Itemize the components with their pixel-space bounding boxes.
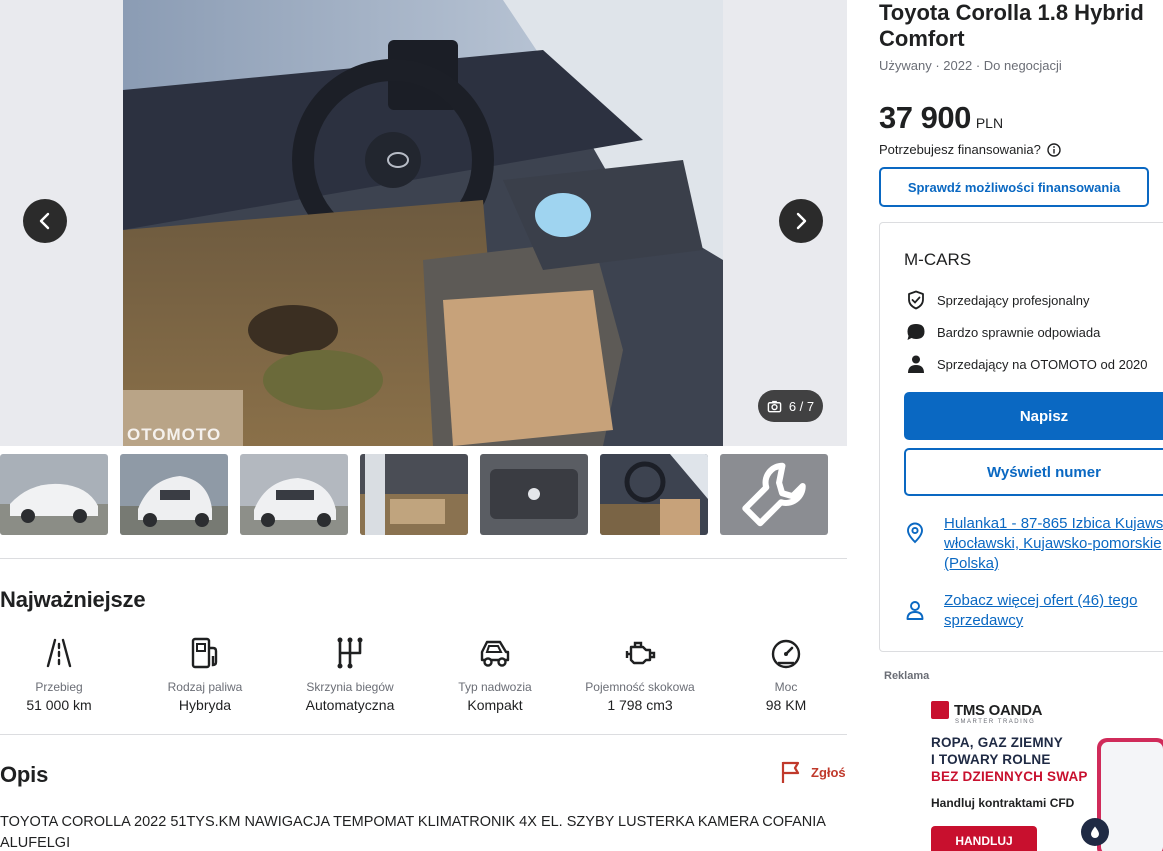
oanda-logo-icon: [931, 701, 949, 719]
speedometer-icon: [771, 639, 801, 669]
description-title: Opis: [0, 762, 49, 787]
otomoto-watermark: OTOMOTO: [127, 425, 222, 444]
report-label: Zgłoś: [811, 764, 846, 780]
flag-icon: [781, 761, 800, 783]
person-outline-icon: [906, 601, 924, 620]
thumbnail-2[interactable]: [120, 454, 228, 535]
ad-label: Reklama: [884, 670, 930, 682]
check-financing-button[interactable]: Sprawdź możliwości finansowania: [879, 167, 1149, 207]
highlight-fuel: Rodzaj paliwa Hybryda: [135, 633, 275, 713]
show-phone-button[interactable]: Wyświetl numer: [904, 448, 1163, 496]
drop-icon: [1081, 818, 1109, 846]
message-button[interactable]: Napisz: [904, 392, 1163, 440]
price-value: 37 900: [879, 100, 971, 135]
listing-subtitle: Używany · 2022 · Do negocjacji: [879, 58, 1062, 73]
thumbnail-4[interactable]: [360, 454, 468, 535]
listing-title: Toyota Corolla 1.8 Hybrid Comfort: [879, 0, 1144, 51]
ad-logo: TMS OANDA: [931, 701, 1042, 719]
chevron-left-icon: [39, 212, 50, 230]
price: 37 900 PLN: [879, 100, 1003, 136]
shield-check-icon: [908, 290, 924, 310]
seller-card: M-CARS Sprzedający profesjonalny Bardzo …: [879, 222, 1163, 652]
location-pin-icon: [907, 522, 923, 544]
photo-counter-text: 6 / 7: [788, 398, 815, 414]
highlight-body-type: Typ nadwozia Kompakt: [425, 633, 565, 713]
thumbnail-5[interactable]: [480, 454, 588, 535]
seller-feature-professional: Sprzedający profesjonalny: [906, 290, 1089, 310]
seller-more-offers: Zobacz więcej ofert (46) tego sprzedawcy: [904, 591, 1163, 631]
fuel-pump-icon: [191, 637, 218, 669]
highlights-title: Najważniejsze: [0, 587, 146, 612]
thumbnail-more[interactable]: [720, 454, 828, 535]
photo-counter[interactable]: 6 / 7: [758, 390, 823, 422]
camera-icon: [767, 400, 782, 412]
highlight-mileage: Przebieg 51 000 km: [0, 633, 129, 713]
highlight-gearbox: Skrzynia biegów Automatyczna: [280, 633, 420, 713]
price-currency: PLN: [975, 115, 1004, 131]
seller-address: Hulanka1 - 87-865 Izbica Kujawska, włocł…: [904, 514, 1163, 574]
divider: [0, 558, 847, 559]
seller-feature-member-since: Sprzedający na OTOMOTO od 2020: [906, 354, 1148, 374]
wrench-icon: [742, 462, 806, 527]
financing-question: Potrzebujesz finansowania?: [879, 142, 1061, 157]
highlights-list: Przebieg 51 000 km Rodzaj paliwa Hybryda…: [0, 633, 847, 723]
ad-trade-button[interactable]: HANDLUJ: [931, 826, 1037, 851]
chat-bubble-icon: [907, 324, 925, 340]
report-button[interactable]: Zgłoś: [780, 760, 846, 784]
ad-headline-2: I TOWARY ROLNE: [931, 752, 1051, 767]
ad-headline-1: ROPA, GAZ ZIEMNY: [931, 735, 1063, 750]
thumbnail-1[interactable]: [0, 454, 108, 535]
description-text: TOYOTA COROLLA 2022 51TYS.KM NAWIGACJA T…: [0, 814, 826, 851]
thumbnail-6[interactable]: [600, 454, 708, 535]
highlight-power: Moc 98 KM: [716, 633, 856, 713]
thumbnail-3[interactable]: [240, 454, 348, 535]
chevron-right-icon: [796, 212, 807, 230]
ad-headline-3: BEZ DZIENNYCH SWAP: [931, 769, 1088, 784]
main-photo[interactable]: [123, 0, 723, 446]
gearbox-icon: [337, 637, 363, 669]
seller-address-link[interactable]: Hulanka1 - 87-865 Izbica Kujawska, włocł…: [944, 514, 1163, 574]
seller-name: M-CARS: [904, 250, 972, 269]
divider: [0, 734, 847, 735]
road-icon: [46, 638, 72, 668]
info-icon[interactable]: [1047, 142, 1061, 157]
person-icon: [908, 355, 924, 373]
more-offers-link[interactable]: Zobacz więcej ofert (46) tego sprzedawcy: [944, 591, 1163, 631]
car-body-icon: [480, 640, 510, 667]
advertisement[interactable]: TMS OANDA SMARTER TRADING ROPA, GAZ ZIEM…: [907, 690, 1163, 851]
previous-photo-button[interactable]: [23, 199, 67, 243]
highlight-engine: Pojemność skokowa 1 798 cm3: [570, 633, 710, 713]
thumbnail-strip: [0, 454, 847, 535]
photo-gallery[interactable]: 6 / 7 OTOMOTO: [0, 0, 847, 446]
seller-feature-response: Bardzo sprawnie odpowiada: [906, 322, 1100, 342]
ad-tagline: SMARTER TRADING: [955, 719, 1036, 725]
engine-icon: [625, 641, 656, 665]
ad-subline: Handluj kontraktami CFD: [931, 796, 1075, 810]
next-photo-button[interactable]: [779, 199, 823, 243]
